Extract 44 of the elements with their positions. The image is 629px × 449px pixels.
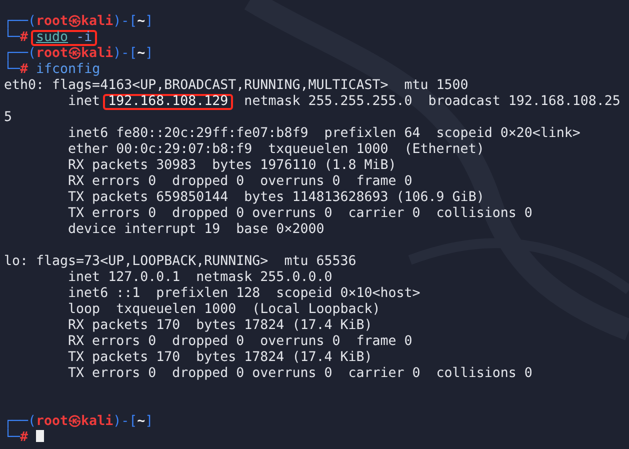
command-name: sudo [36,32,68,44]
output-line: RX errors 0 dropped 0 overruns 0 frame 0 [67,334,412,349]
output-line: loop txqueuelen 1000 (Local Loopback) [67,302,380,317]
output-line: TX errors 0 dropped 0 overruns 0 carrier 0 collisions 0 [67,206,532,221]
prompt-frame: ┌──( [4,46,36,62]
prompt-frame: ] [145,414,154,430]
prompt-user-host: root㉿kali [36,14,114,30]
prompt-corner: └─ [4,30,20,46]
prompt-sign: # [20,430,28,446]
prompt-frame: ] [145,14,154,30]
prompt-corner: └─ [4,62,20,78]
output-line: inet6 fe80::20c:29ff:fe07:b8f9 prefixlen 64 scopeid 0×20<link> [67,126,580,141]
prompt-user-host: root㉿kali [36,414,114,430]
prompt-frame: ┌──( [4,414,36,430]
output-line: inet 127.0.0.1 netmask 255.0.0.0 [67,270,332,285]
output-line: netmask 255.255.255.0 broadcast 192.168.108.25 [243,94,620,110]
prompt-directory: ~ [137,14,146,30]
output-line: 5 [4,110,12,125]
output-line: device interrupt 19 base 0×2000 [67,222,324,237]
prompt-frame: )-[ [113,46,138,62]
output-line: RX errors 0 dropped 0 overruns 0 frame 0 [67,174,412,189]
output-line: TX errors 0 dropped 0 overruns 0 carrier 0 collisions 0 [67,366,532,381]
prompt-frame: ┌──( [4,14,36,30]
output-line: inet6 ::1 prefixlen 128 scopeid 0×10<host> [67,286,420,301]
command-name: ifconfig [36,62,100,78]
output-line: inet [67,94,102,110]
command-argument: -i [76,32,92,44]
ip-address: 192.168.108.129 [103,94,234,110]
prompt-frame: ] [145,46,154,62]
prompt-sign: # [20,62,28,78]
prompt-sign: # [20,30,28,46]
prompt-corner: └─ [4,430,20,446]
output-line: RX packets 30983 bytes 1976110 (1.8 MiB) [67,158,396,173]
output-line: RX packets 170 bytes 17824 (17.4 KiB) [67,318,372,333]
prompt-frame: )-[ [113,14,138,30]
output-line: TX packets 659850144 bytes 114813628693 (106.9 GiB) [67,190,484,205]
prompt-directory: ~ [137,414,146,430]
output-line: ether 00:0c:29:07:b8:f9 txqueuelen 1000 (Ethernet) [67,142,484,157]
prompt-frame: )-[ [113,414,138,430]
output-line: eth0: flags=4163<UP,BROADCAST,RUNNING,MULTICAST> mtu 1500 [4,78,468,93]
prompt-directory: ~ [137,46,146,62]
output-line: lo: flags=73<UP,LOOPBACK,RUNNING> mtu 65536 [4,254,356,269]
output-line: TX packets 170 bytes 17824 (17.4 KiB) [67,350,372,365]
prompt-user-host: root㉿kali [36,46,114,62]
